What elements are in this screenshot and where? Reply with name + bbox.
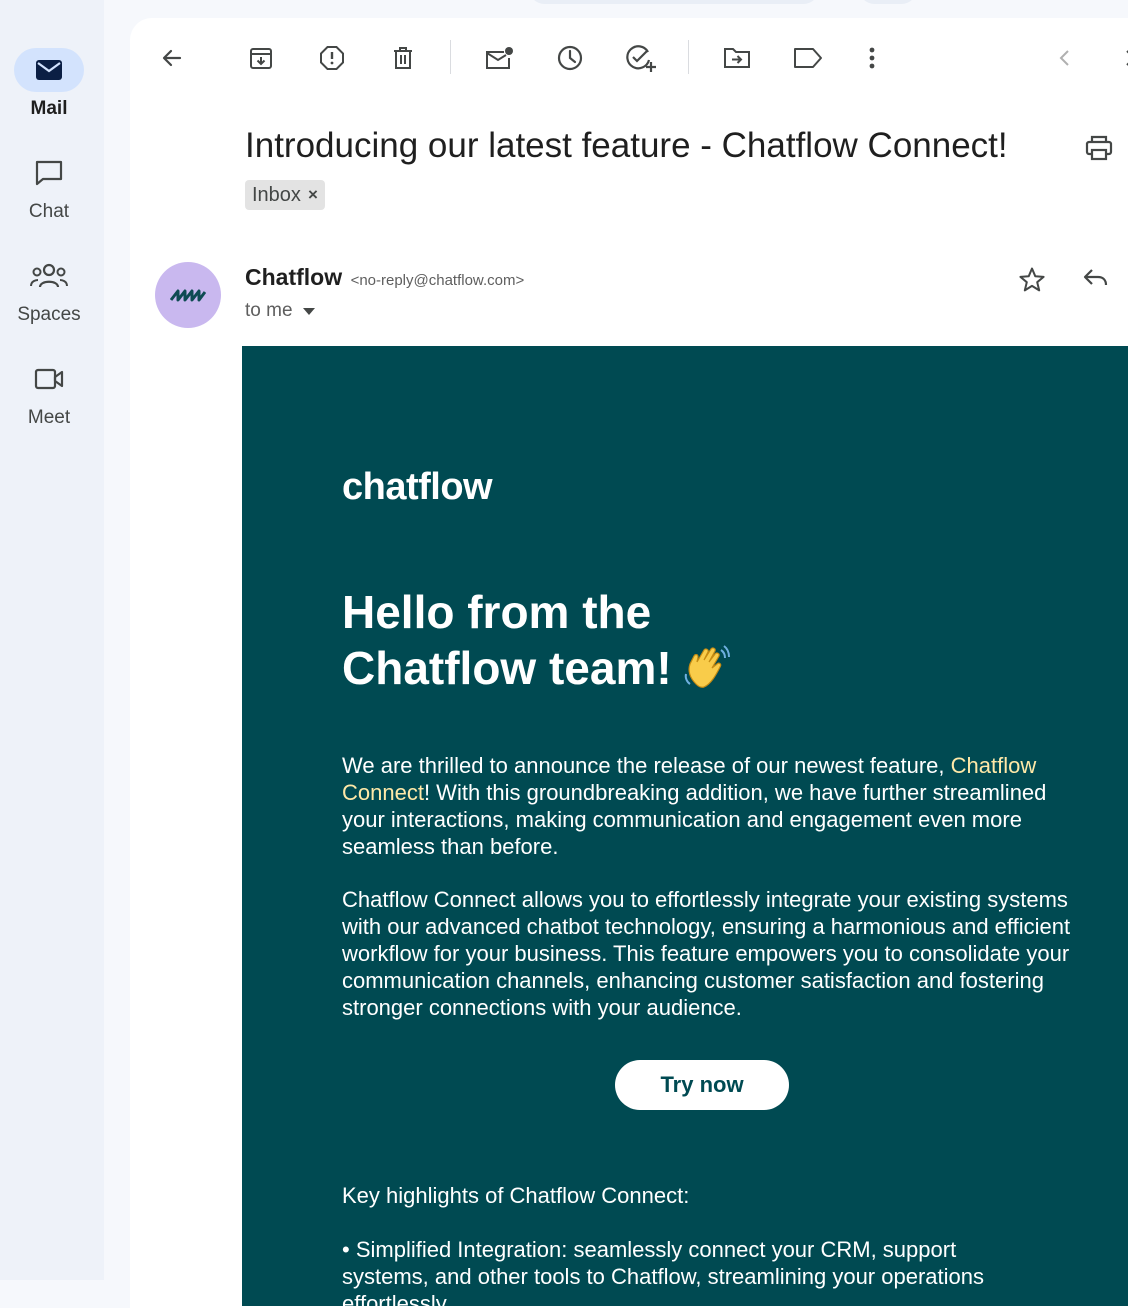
- message-view: Introducing our latest feature - Chatflo…: [130, 18, 1128, 1308]
- nav-item-mail[interactable]: Mail: [0, 48, 98, 120]
- reply-icon[interactable]: [1082, 266, 1110, 295]
- move-to-icon[interactable]: [719, 40, 755, 76]
- recipient-text: to me: [245, 300, 293, 321]
- toolbar-divider: [688, 40, 689, 74]
- highlight-bullet-1: • Simplified Integration: seamlessly con…: [342, 1237, 984, 1308]
- description-paragraph: Chatflow Connect allows you to effortles…: [342, 887, 1071, 1020]
- chat-icon: [14, 151, 84, 195]
- back-icon[interactable]: [154, 40, 190, 76]
- intro-paragraph: We are thrilled to announce the release …: [342, 752, 1082, 860]
- label-chip-text: Inbox: [252, 183, 301, 206]
- message-subject: Introducing our latest feature - Chatflo…: [245, 126, 1008, 165]
- headline-line-2-text: Chatflow team!: [342, 642, 672, 694]
- chevron-down-icon: [302, 300, 315, 322]
- recipient-details[interactable]: to me: [245, 300, 315, 322]
- email-body: chatflow Hello from the Chatflow team! W…: [242, 346, 1128, 1308]
- snooze-icon[interactable]: [552, 40, 588, 76]
- nav-item-meet[interactable]: Meet: [0, 357, 98, 429]
- highlights-title: Key highlights of Chatflow Connect:: [342, 1183, 690, 1208]
- brand-logo: chatflow: [342, 466, 493, 508]
- meet-icon: [14, 357, 84, 401]
- try-now-button[interactable]: Try now: [615, 1060, 789, 1110]
- next-icon[interactable]: [1112, 40, 1128, 76]
- delete-icon[interactable]: [385, 40, 421, 76]
- email-headline: Hello from the Chatflow team!: [342, 584, 730, 696]
- remove-label-icon[interactable]: ×: [308, 185, 318, 205]
- prev-icon[interactable]: [1047, 40, 1083, 76]
- sender-email: <no-reply@chatflow.com>: [350, 272, 525, 289]
- toolbar-divider: [450, 40, 451, 74]
- mail-icon: [14, 48, 84, 92]
- sender-avatar[interactable]: [155, 262, 221, 328]
- report-spam-icon[interactable]: [314, 40, 350, 76]
- nav-label-spaces: Spaces: [17, 304, 81, 325]
- intro-text-after: ! With this groundbreaking addition, we …: [342, 780, 1047, 859]
- archive-icon[interactable]: [243, 40, 279, 76]
- add-task-icon[interactable]: [623, 40, 659, 76]
- nav-item-spaces[interactable]: Spaces: [0, 254, 98, 326]
- nav-label-meet: Meet: [27, 407, 71, 428]
- search-filter-edge[interactable]: [858, 0, 918, 4]
- nav-label-chat: Chat: [28, 201, 70, 222]
- spaces-icon: [14, 254, 84, 298]
- star-icon[interactable]: [1018, 266, 1046, 299]
- sender-name[interactable]: Chatflow: [245, 264, 342, 290]
- headline-line-1: Hello from the: [342, 586, 652, 638]
- intro-text-before: We are thrilled to announce the release …: [342, 753, 945, 778]
- chatflow-logo-icon: [170, 289, 206, 302]
- nav-label-mail: Mail: [30, 98, 68, 119]
- nav-rail: Mail Chat Spaces Meet: [0, 0, 104, 1280]
- mark-unread-icon[interactable]: [481, 40, 517, 76]
- more-icon[interactable]: [854, 40, 890, 76]
- label-icon[interactable]: [790, 40, 826, 76]
- sender-line: Chatflow <no-reply@chatflow.com>: [245, 264, 524, 291]
- print-icon[interactable]: [1084, 134, 1114, 167]
- label-chip-inbox[interactable]: Inbox ×: [245, 180, 325, 210]
- waving-hand-icon: [684, 644, 730, 692]
- search-bar-edge[interactable]: [528, 0, 820, 4]
- headline-line-2: Chatflow team!: [342, 640, 730, 696]
- nav-item-chat[interactable]: Chat: [0, 151, 98, 223]
